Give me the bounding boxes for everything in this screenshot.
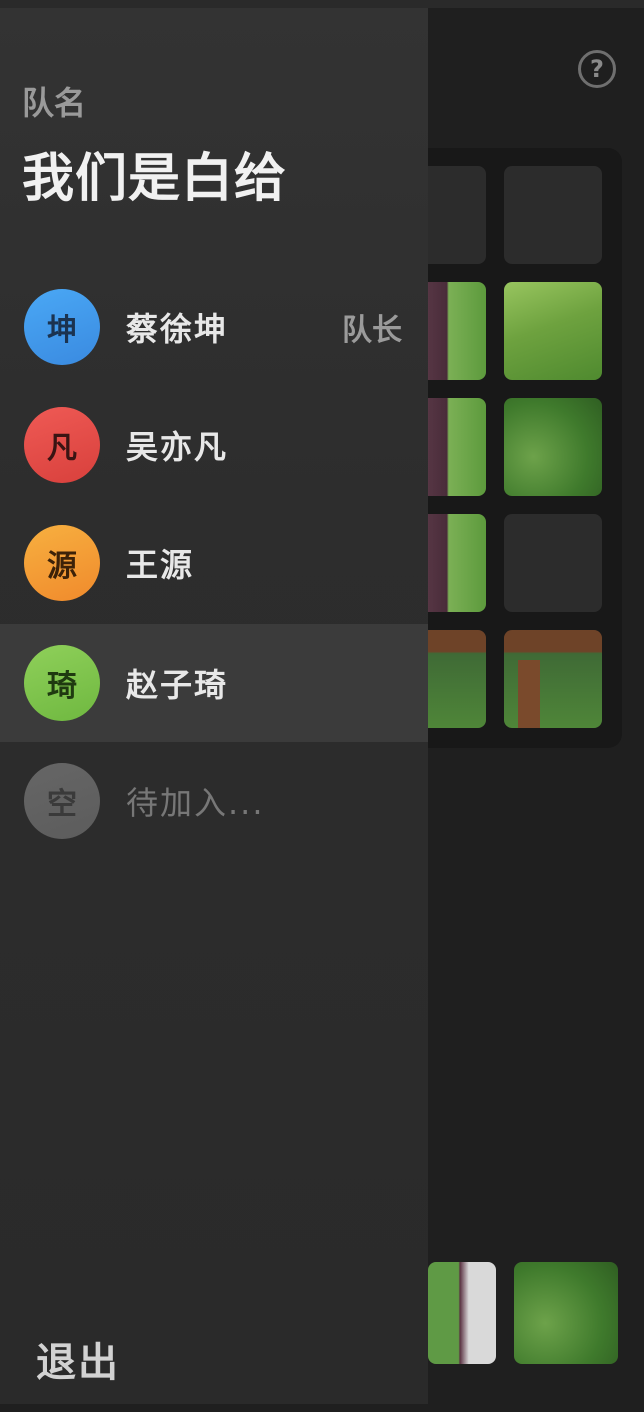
member-name: 赵子琦 [126,666,229,704]
member-item[interactable]: 坤 蔡徐坤 队长 [0,268,428,386]
puzzle-tile-empty[interactable] [504,514,602,612]
piece-tray [428,1256,644,1370]
avatar: 坤 [24,289,100,365]
member-name: 蔡徐坤 [126,310,229,348]
avatar: 源 [24,525,100,601]
role-badge: 队长 [342,313,402,348]
avatar-text: 琦 [47,669,77,704]
tray-piece[interactable] [428,1262,496,1364]
avatar-text: 凡 [47,431,77,466]
team-name-label: 队名 [22,84,87,122]
avatar: 凡 [24,407,100,483]
help-icon[interactable]: ? [578,50,616,88]
member-item[interactable]: 源 王源 [0,504,428,622]
puzzle-tile[interactable] [504,630,602,728]
avatar: 琦 [24,645,100,721]
team-name: 我们是白给 [22,149,288,209]
status-bar-strip [0,0,644,8]
member-name: 王源 [126,546,195,584]
fence-post [518,660,540,728]
member-item-empty[interactable]: 空 待加入... [0,742,428,860]
team-drawer: 队名 我们是白给 坤 蔡徐坤 队长 凡 吴亦凡 源 王源 琦 赵子琦 空 待加入… [0,8,428,1404]
member-item[interactable]: 凡 吴亦凡 [0,386,428,504]
member-name-pending: 待加入... [126,784,265,822]
tray-piece[interactable] [514,1262,618,1364]
member-name: 吴亦凡 [126,428,229,466]
puzzle-tile[interactable] [504,282,602,380]
avatar: 空 [24,763,100,839]
avatar-text: 空 [47,787,77,822]
exit-button[interactable]: 退出 [36,1330,120,1388]
avatar-text: 源 [47,549,77,584]
avatar-text: 坤 [47,313,77,348]
member-item-selected[interactable]: 琦 赵子琦 [0,624,428,742]
puzzle-tile-empty[interactable] [504,166,602,264]
puzzle-tile[interactable] [504,398,602,496]
help-glyph: ? [590,55,604,83]
